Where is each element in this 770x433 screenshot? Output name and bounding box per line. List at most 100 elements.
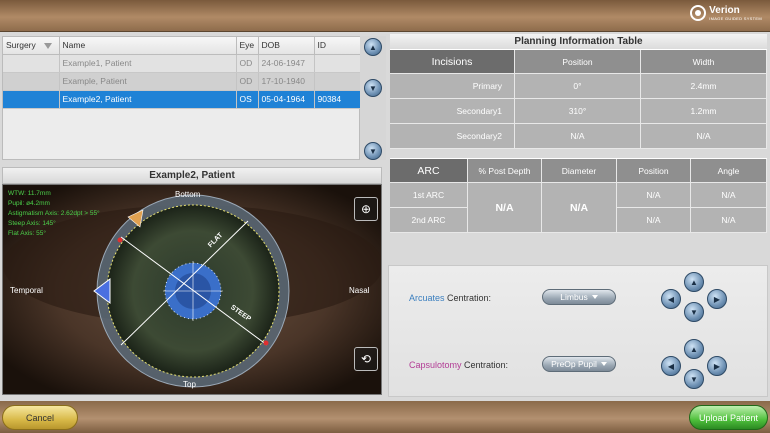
filter-icon[interactable] xyxy=(43,43,52,49)
arcuates-dropdown-value: Limbus xyxy=(560,292,588,302)
astigmatism-readout: Astigmatism Axis: 2.62dpt > 55° xyxy=(8,210,100,217)
table-row-selected[interactable]: Example2, Patient OS 05-04-1964 90384 xyxy=(3,90,361,109)
column-header-dob[interactable]: DOB xyxy=(258,37,315,55)
verion-logo: Verion IMAGE GUIDED SYSTEM xyxy=(690,5,762,21)
table-row[interactable]: Example, Patient OD 17-10-1940 xyxy=(3,72,361,91)
arc-angle: N/A xyxy=(691,183,767,208)
arcuates-up-button[interactable]: ▲ xyxy=(684,272,704,292)
header-width: Width xyxy=(641,50,767,74)
capsulotomy-centration-dropdown[interactable]: PreOp Pupil xyxy=(542,356,616,372)
scroll-up-button[interactable]: ▲ xyxy=(364,38,382,56)
arcuates-right-button[interactable]: ▶ xyxy=(707,289,727,309)
caret-down-icon xyxy=(591,295,598,299)
header-post-depth: % Post Depth xyxy=(468,159,542,183)
label-temporal: Temporal xyxy=(10,286,43,295)
cell-id xyxy=(314,54,361,73)
measurement-info: WTW: 11.7mm Pupil: ø4.2mm Astigmatism Ax… xyxy=(8,189,100,239)
arcuates-label-text: Centration: xyxy=(444,293,492,303)
chevron-down-icon: ▼ xyxy=(369,146,377,156)
header-bar: Verion IMAGE GUIDED SYSTEM xyxy=(0,0,770,32)
arrow-right-icon: ▶ xyxy=(713,361,721,371)
header-arc: ARC xyxy=(390,159,468,183)
incision-name: Primary xyxy=(390,74,515,99)
cell-dob: 17-10-1940 xyxy=(258,72,315,91)
patient-list: Surgery Name Eye DOB ID Example1, Patien… xyxy=(2,36,361,160)
arrow-down-icon: ▼ xyxy=(690,374,698,384)
arcuates-centration-label: Arcuates Centration: xyxy=(409,293,491,303)
capsulotomy-down-button[interactable]: ▼ xyxy=(684,369,704,389)
capsulotomy-label-text: Centration: xyxy=(461,360,509,370)
zoom-button[interactable]: ⊕ xyxy=(354,197,378,221)
label-bottom: Bottom xyxy=(175,190,201,199)
wtw-readout: WTW: 11.7mm xyxy=(8,190,51,197)
header-incisions: Incisions xyxy=(390,50,515,74)
arcuates-position-pad: ▲ ◀ ▶ ▼ xyxy=(659,272,729,322)
incision-position: 310° xyxy=(515,99,641,124)
verion-logo-icon xyxy=(690,5,707,21)
table-row[interactable]: Example1, Patient OD 24-06-1947 xyxy=(3,54,361,73)
cell-eye: OD xyxy=(236,72,259,91)
centration-panel: Arcuates Centration: Limbus ▲ ◀ ▶ ▼ Caps… xyxy=(388,265,768,397)
capsulotomy-centration-label: Capsulotomy Centration: xyxy=(409,360,508,370)
post-depth-value: N/A xyxy=(468,183,542,233)
incision-width: 1.2mm xyxy=(641,99,767,124)
column-header-eye[interactable]: Eye xyxy=(236,37,259,55)
planning-table-title: Planning Information Table xyxy=(390,34,767,49)
cell-dob: 05-04-1964 xyxy=(258,90,315,109)
header-arc-position: Position xyxy=(617,159,691,183)
cell-id xyxy=(314,72,361,91)
incision-position: N/A xyxy=(515,124,641,149)
arcuates-down-button[interactable]: ▼ xyxy=(684,302,704,322)
arc-name: 1st ARC xyxy=(390,183,468,208)
list-scroll-controls: ▲ ▼ ▼ xyxy=(360,36,386,160)
arrow-right-icon: ▶ xyxy=(713,294,721,304)
planning-information-table: Planning Information Table Incisions Pos… xyxy=(390,34,767,149)
column-header-id[interactable]: ID xyxy=(314,37,361,55)
column-header-name[interactable]: Name xyxy=(59,37,237,55)
footer-bar xyxy=(0,401,770,433)
cell-dob: 24-06-1947 xyxy=(258,54,315,73)
cell-id: 90384 xyxy=(314,90,361,109)
arc-position: N/A xyxy=(617,208,691,233)
capsulotomy-right-button[interactable]: ▶ xyxy=(707,356,727,376)
column-header-surgery[interactable]: Surgery xyxy=(3,37,60,55)
incision-position: 0° xyxy=(515,74,641,99)
arrow-up-icon: ▲ xyxy=(690,344,698,354)
arcuates-accent: Arcuates xyxy=(409,293,445,303)
cell-surgery xyxy=(3,90,60,109)
caret-down-icon xyxy=(600,362,607,366)
flat-axis-readout: Flat Axis: 55° xyxy=(8,230,47,237)
incision-name: Secondary2 xyxy=(390,124,515,149)
capsulotomy-accent: Capsulotomy xyxy=(409,360,462,370)
cell-eye: OD xyxy=(236,54,259,73)
incision-width: N/A xyxy=(641,124,767,149)
zoom-in-icon: ⊕ xyxy=(360,202,372,216)
scroll-down-button[interactable]: ▼ xyxy=(364,79,382,97)
capsulotomy-left-button[interactable]: ◀ xyxy=(661,356,681,376)
steep-axis-readout: Steep Axis: 145° xyxy=(8,220,56,227)
cell-surgery xyxy=(3,54,60,73)
capsulotomy-position-pad: ▲ ◀ ▶ ▼ xyxy=(659,339,729,389)
rotate-icon: ⟲ xyxy=(360,352,372,366)
pupil-readout: Pupil: ø4.2mm xyxy=(8,200,50,207)
diameter-value: N/A xyxy=(542,183,617,233)
cell-surgery xyxy=(3,72,60,91)
chevron-down-icon: ▼ xyxy=(369,83,377,93)
upload-patient-button[interactable]: Upload Patient xyxy=(689,405,768,430)
eye-image-view[interactable]: WTW: 11.7mm Pupil: ø4.2mm Astigmatism Ax… xyxy=(2,184,382,395)
header-diameter: Diameter xyxy=(542,159,617,183)
chevron-up-icon: ▲ xyxy=(369,42,377,52)
capsulotomy-up-button[interactable]: ▲ xyxy=(684,339,704,359)
header-position: Position xyxy=(515,50,641,74)
arc-position: N/A xyxy=(617,183,691,208)
rotate-button[interactable]: ⟲ xyxy=(354,347,378,371)
cancel-button[interactable]: Cancel xyxy=(2,405,78,430)
scroll-bottom-button[interactable]: ▼ xyxy=(364,142,382,160)
cell-name: Example1, Patient xyxy=(59,54,237,73)
arcuates-centration-dropdown[interactable]: Limbus xyxy=(542,289,616,305)
cell-name: Example, Patient xyxy=(59,72,237,91)
label-nasal: Nasal xyxy=(349,286,370,295)
arrow-up-icon: ▲ xyxy=(690,277,698,287)
arcuates-left-button[interactable]: ◀ xyxy=(661,289,681,309)
eye-panel-title: Example2, Patient xyxy=(2,167,382,184)
